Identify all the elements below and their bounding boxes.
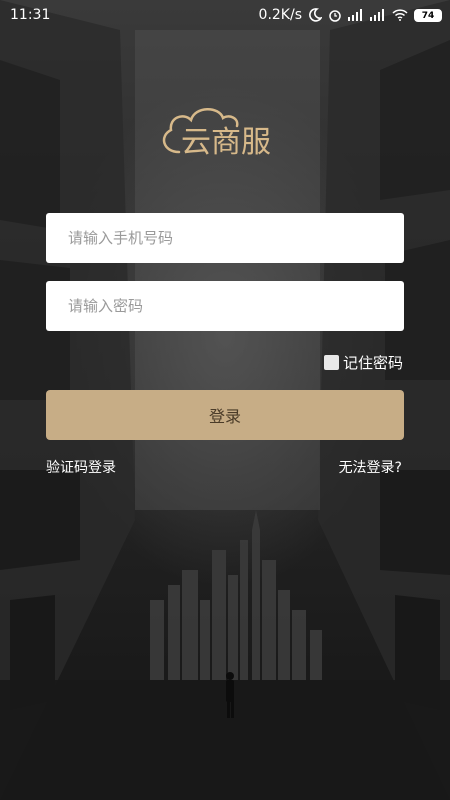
moon-icon <box>309 8 322 22</box>
login-button[interactable]: 登录 <box>46 390 404 440</box>
signal-icon <box>370 9 384 21</box>
phone-input[interactable] <box>66 228 404 248</box>
sms-login-link[interactable]: 验证码登录 <box>46 457 116 477</box>
network-speed: 0.2K/s <box>258 7 302 23</box>
password-input[interactable] <box>66 296 404 316</box>
logo-text: 云商服 <box>181 125 271 160</box>
status-bar: 11:31 0.2K/s 74 <box>0 0 450 30</box>
battery-icon: 74 <box>414 8 442 22</box>
app-logo: 云商服 <box>162 108 271 160</box>
alarm-icon <box>329 10 341 22</box>
cannot-login-link[interactable]: 无法登录? <box>339 457 402 477</box>
password-field[interactable] <box>46 281 404 331</box>
wifi-icon <box>392 9 408 21</box>
remember-checkbox[interactable] <box>323 355 339 370</box>
signal-icon <box>348 9 362 21</box>
remember-password[interactable]: 记住密码 <box>323 352 403 373</box>
remember-label: 记住密码 <box>342 354 403 372</box>
status-icons: 0.2K/s 74 <box>259 7 442 23</box>
status-time: 11:31 <box>10 7 51 23</box>
phone-field[interactable] <box>46 213 404 263</box>
